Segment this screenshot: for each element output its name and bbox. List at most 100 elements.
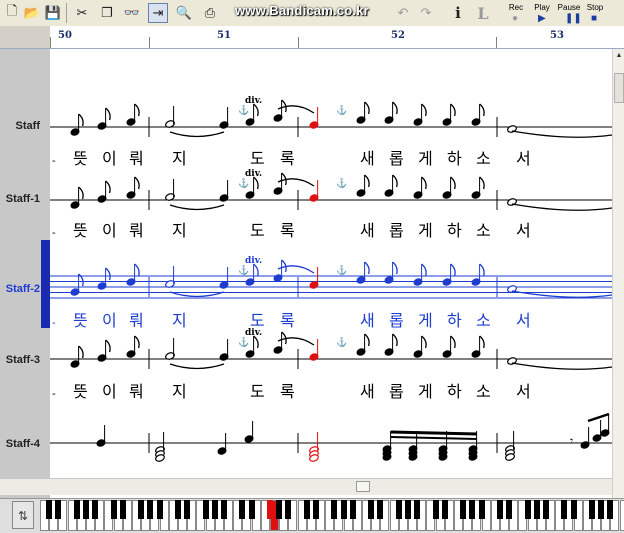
piano-black-key[interactable] bbox=[221, 500, 227, 519]
piano-black-key[interactable] bbox=[524, 500, 531, 519]
piano-black-key[interactable] bbox=[248, 500, 255, 519]
note-flag bbox=[364, 101, 370, 115]
beam bbox=[390, 430, 478, 436]
piano-black-key[interactable] bbox=[267, 500, 273, 519]
anchor-icon: ⚓ bbox=[336, 336, 347, 347]
italic-icon[interactable]: i bbox=[448, 3, 468, 23]
record-icon[interactable]: ● bbox=[512, 13, 518, 24]
copy-icon[interactable]: ❐ bbox=[97, 3, 117, 23]
score-area[interactable]: div. ⚓ ⚓ - 뜻 이 뤄 지 도 록 새 롭 게 하 소 서 div. ⚓ ⚓ - 뜻 이 뤄 지 도 록 새 롭 게 하 소 서 di… bbox=[50, 49, 612, 498]
piano-black-key[interactable] bbox=[313, 500, 319, 519]
zoom-icon[interactable]: 🔍 bbox=[174, 3, 194, 23]
piano-settings-icon[interactable]: ⇅ bbox=[12, 501, 34, 529]
piano-black-key[interactable] bbox=[331, 500, 338, 519]
piano-black-key[interactable] bbox=[83, 500, 89, 519]
pause-icon[interactable]: ❚❚ bbox=[565, 13, 582, 24]
piano-black-key[interactable] bbox=[469, 500, 476, 519]
staff-name[interactable]: Staff-4 bbox=[0, 438, 40, 450]
note bbox=[126, 103, 140, 126]
print-preview-icon[interactable]: ⎙ bbox=[200, 3, 220, 23]
piano-black-key[interactable] bbox=[414, 500, 421, 519]
piano-black-key[interactable] bbox=[607, 500, 614, 519]
piano-black-key[interactable] bbox=[368, 500, 375, 519]
staff-name[interactable]: Staff bbox=[0, 120, 40, 132]
piano-black-key[interactable] bbox=[156, 500, 163, 519]
piano-black-key[interactable] bbox=[303, 500, 310, 519]
piano-black-key[interactable] bbox=[239, 500, 246, 519]
note bbox=[126, 263, 140, 286]
horizontal-scroll-thumb[interactable] bbox=[356, 481, 370, 492]
cursor-tool-icon[interactable]: ⇥ bbox=[148, 3, 168, 23]
note-flag bbox=[105, 339, 111, 353]
piano-black-key[interactable] bbox=[276, 500, 283, 519]
staff-name[interactable]: Staff-3 bbox=[0, 354, 40, 366]
piano-black-key[interactable] bbox=[285, 500, 292, 519]
piano-keys[interactable] bbox=[40, 500, 624, 532]
piano-black-key[interactable] bbox=[110, 500, 117, 519]
note-flag bbox=[479, 335, 485, 349]
anchor-icon: ⚓ bbox=[238, 104, 249, 115]
cut-icon[interactable]: ✂ bbox=[72, 3, 92, 23]
horizontal-scrollbar[interactable] bbox=[0, 478, 612, 495]
piano-black-key[interactable] bbox=[589, 500, 595, 519]
new-file-icon[interactable]: 🗋 bbox=[2, 3, 22, 23]
piano-black-key[interactable] bbox=[478, 500, 485, 519]
vertical-scrollbar[interactable]: ▲ bbox=[612, 49, 624, 498]
piano-black-key[interactable] bbox=[202, 500, 209, 519]
piano-black-key[interactable] bbox=[46, 500, 53, 519]
lyric-syllable: 하 bbox=[447, 382, 462, 401]
piano-black-key[interactable] bbox=[405, 500, 411, 519]
open-folder-icon[interactable]: 📂 bbox=[22, 3, 42, 23]
piano-black-key[interactable] bbox=[73, 500, 80, 519]
piano-black-key[interactable] bbox=[533, 500, 540, 519]
piano-black-key[interactable] bbox=[138, 500, 145, 519]
note bbox=[356, 101, 370, 124]
piano-white-key[interactable] bbox=[619, 500, 624, 531]
piano-black-key[interactable] bbox=[570, 500, 577, 519]
piano-black-key[interactable] bbox=[432, 500, 439, 519]
vertical-scroll-thumb[interactable] bbox=[614, 73, 624, 103]
note-flag bbox=[105, 267, 111, 281]
piano-black-key[interactable] bbox=[506, 500, 513, 519]
piano-black-key[interactable] bbox=[349, 500, 356, 519]
undo-icon[interactable]: ↶ bbox=[393, 3, 413, 23]
staff-name[interactable]: Staff-1 bbox=[0, 193, 40, 205]
stop-icon[interactable]: ■ bbox=[591, 13, 597, 24]
redo-icon[interactable]: ↷ bbox=[416, 3, 436, 23]
score-canvas[interactable]: div.⚓ ⚓- 뜻 이 뤄 지 도 록 새 롭 게 하 소 서div.⚓ ⚓- 뜻 이 뤄 지 도 록 새 롭 게 하 소 서di… bbox=[50, 49, 612, 498]
l-tool-icon[interactable]: L bbox=[473, 3, 493, 23]
piano-black-key[interactable] bbox=[598, 500, 605, 519]
lyric-syllable: 새 bbox=[360, 221, 375, 240]
note bbox=[273, 259, 287, 282]
lyric-syllable: 서 bbox=[516, 221, 531, 240]
piano-black-key[interactable] bbox=[55, 500, 62, 519]
piano-black-key[interactable] bbox=[441, 500, 448, 519]
play-icon[interactable]: ▶ bbox=[538, 13, 546, 24]
piano-black-key[interactable] bbox=[377, 500, 384, 519]
note bbox=[442, 103, 456, 126]
scroll-up-icon[interactable]: ▲ bbox=[614, 51, 624, 61]
piano-black-key[interactable] bbox=[119, 500, 126, 519]
piano-black-key[interactable] bbox=[543, 500, 549, 519]
note bbox=[217, 433, 227, 455]
staff-name-active[interactable]: Staff-2 bbox=[0, 283, 40, 295]
piano-black-key[interactable] bbox=[147, 500, 154, 519]
note bbox=[273, 331, 287, 354]
measure-ruler[interactable]: 50 51 52 53 bbox=[50, 26, 624, 49]
piano-black-key[interactable] bbox=[561, 500, 568, 519]
save-icon[interactable]: 💾 bbox=[43, 3, 63, 23]
piano-black-key[interactable] bbox=[175, 500, 181, 519]
note bbox=[219, 180, 229, 202]
piano-black-key[interactable] bbox=[395, 500, 402, 519]
note-flag bbox=[421, 263, 427, 277]
note-flag bbox=[421, 176, 427, 190]
note bbox=[471, 335, 485, 358]
glasses-icon[interactable]: 👓 bbox=[122, 3, 142, 23]
piano-black-key[interactable] bbox=[340, 500, 347, 519]
piano-black-key[interactable] bbox=[460, 500, 467, 519]
piano-black-key[interactable] bbox=[497, 500, 503, 519]
piano-black-key[interactable] bbox=[211, 500, 218, 519]
piano-black-key[interactable] bbox=[92, 500, 99, 519]
note bbox=[356, 174, 370, 197]
piano-black-key[interactable] bbox=[184, 500, 191, 519]
